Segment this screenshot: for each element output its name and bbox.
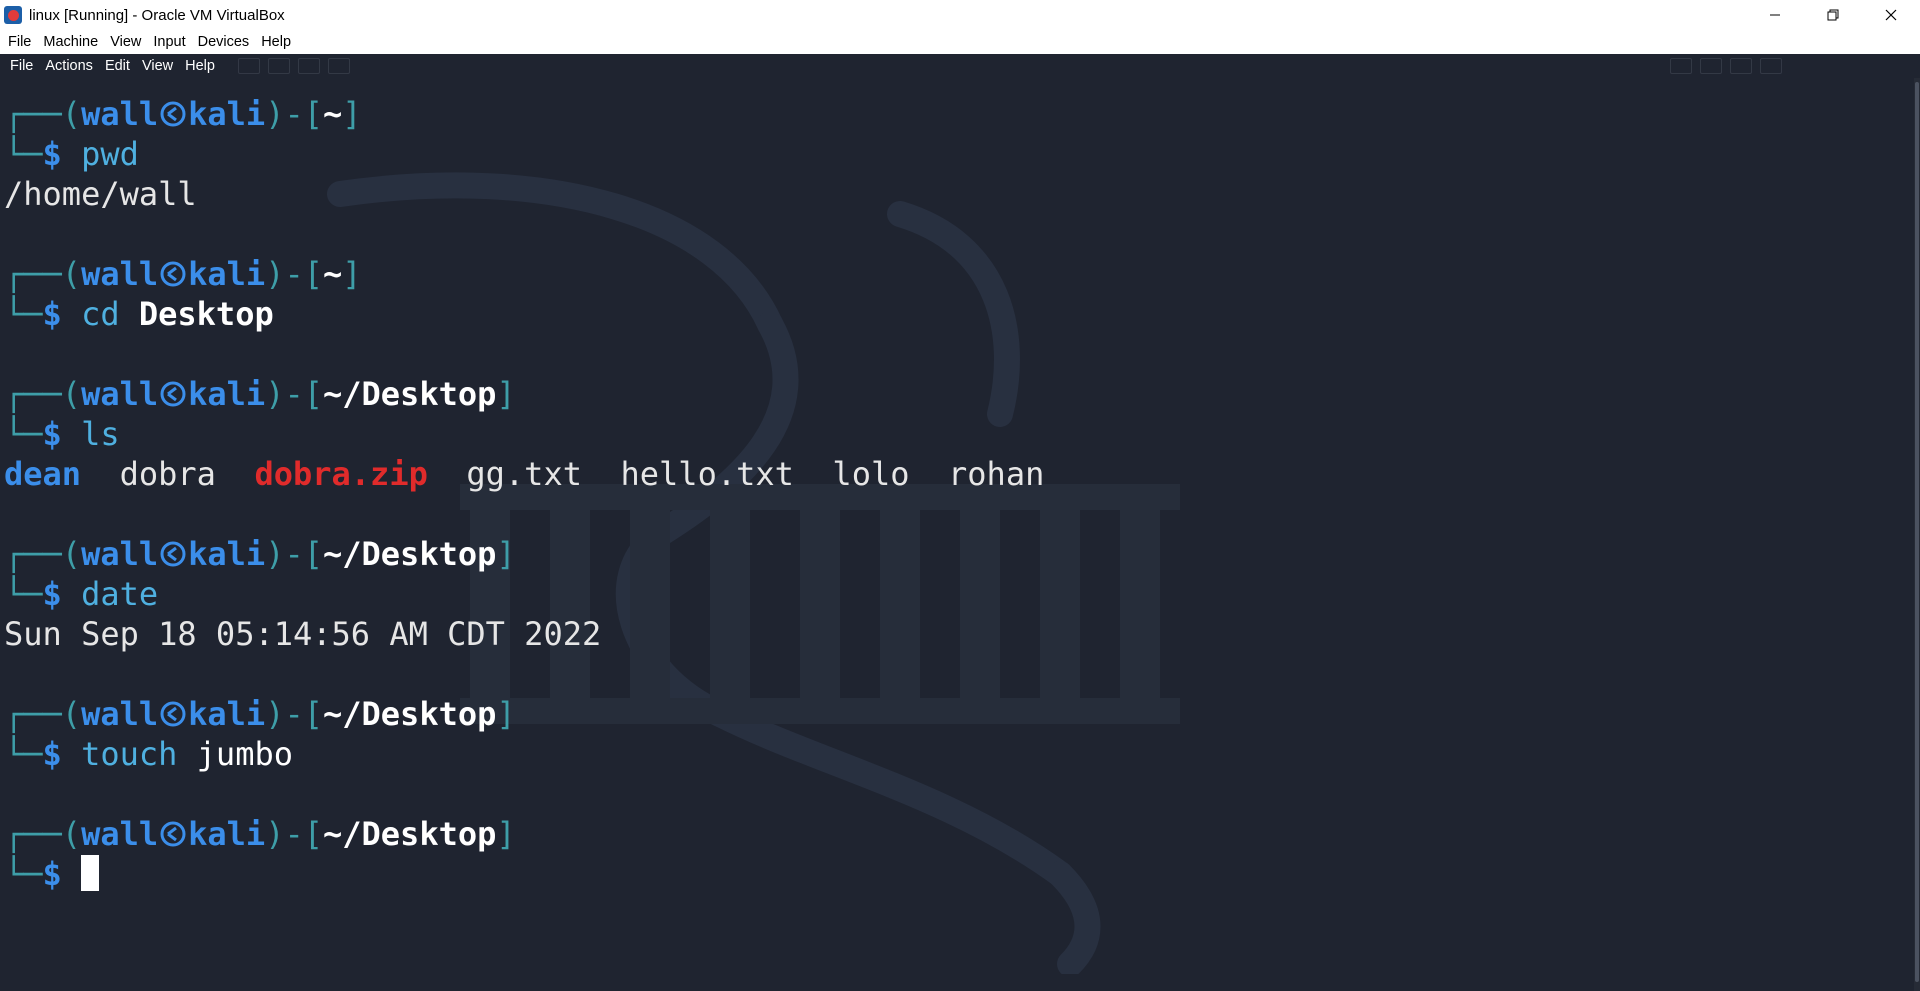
prompt-path: ~/Desktop bbox=[322, 695, 497, 733]
prompt-host: kali bbox=[188, 535, 266, 573]
prompt-user: wall bbox=[81, 95, 159, 133]
tray-hint bbox=[1760, 58, 1782, 74]
ls-entry: hello.txt bbox=[620, 455, 794, 493]
tray-hint bbox=[1670, 58, 1692, 74]
workspace-hint bbox=[268, 58, 290, 74]
command-output: Sun Sep 18 05:14:56 AM CDT 2022 bbox=[4, 615, 602, 653]
kali-logo-icon bbox=[160, 701, 186, 727]
prompt-line: ┌──(wall kali)-[~/Desktop] bbox=[4, 695, 516, 733]
prompt-path: ~/Desktop bbox=[322, 375, 497, 413]
command-line: └─$ date bbox=[4, 575, 159, 613]
prompt-dollar: $ bbox=[42, 855, 62, 893]
terminal-menu-help[interactable]: Help bbox=[179, 58, 221, 74]
prompt-line: ┌──(wall kali)-[~] bbox=[4, 95, 362, 133]
prompt-host: kali bbox=[188, 255, 266, 293]
prompt-path: ~/Desktop bbox=[322, 815, 497, 853]
virtualbox-icon bbox=[3, 5, 23, 25]
prompt-line: ┌──(wall kali)-[~/Desktop] bbox=[4, 375, 516, 413]
prompt-line: ┌──(wall kali)-[~] bbox=[4, 255, 362, 293]
host-menu-help[interactable]: Help bbox=[255, 34, 297, 50]
command-text: touch bbox=[81, 735, 178, 773]
ls-entry: lolo bbox=[832, 455, 910, 493]
command-line: └─$ ls bbox=[4, 415, 120, 453]
workspace-hint bbox=[238, 58, 260, 74]
prompt-dollar: $ bbox=[42, 575, 62, 613]
kali-logo-icon bbox=[160, 261, 186, 287]
workspace-switcher-hint bbox=[238, 58, 350, 74]
window-title: linux [Running] - Oracle VM VirtualBox bbox=[29, 6, 285, 24]
ls-entry-directory: dean bbox=[4, 455, 82, 493]
terminal-menu-edit[interactable]: Edit bbox=[99, 58, 136, 74]
command-line: └─$ touch jumbo bbox=[4, 735, 293, 773]
host-menu-view[interactable]: View bbox=[104, 34, 147, 50]
prompt-dollar: $ bbox=[42, 415, 62, 453]
prompt-user: wall bbox=[81, 375, 159, 413]
command-text: pwd bbox=[81, 135, 139, 173]
prompt-user: wall bbox=[81, 815, 159, 853]
host-menu-input[interactable]: Input bbox=[147, 34, 191, 50]
window-title-bar: linux [Running] - Oracle VM VirtualBox bbox=[0, 0, 1920, 30]
command-line-active[interactable]: └─$ bbox=[4, 854, 100, 894]
ls-entry: gg.txt bbox=[466, 455, 582, 493]
prompt-host: kali bbox=[188, 695, 266, 733]
close-icon bbox=[1885, 9, 1897, 21]
prompt-dollar: $ bbox=[42, 135, 62, 173]
ls-entry-archive: dobra.zip bbox=[254, 455, 428, 493]
minimize-icon bbox=[1770, 14, 1780, 16]
ls-entry: rohan bbox=[948, 455, 1045, 493]
command-text: cd bbox=[81, 295, 120, 333]
kali-logo-icon bbox=[160, 541, 186, 567]
kali-logo-icon bbox=[160, 381, 186, 407]
prompt-dollar: $ bbox=[42, 735, 62, 773]
ls-output: dean dobra dobra.zip gg.txt hello.txt lo… bbox=[4, 454, 1044, 494]
terminal-menu-view[interactable]: View bbox=[136, 58, 179, 74]
tray-hint bbox=[1730, 58, 1752, 74]
host-menu-file[interactable]: File bbox=[2, 34, 37, 50]
command-line: └─$ cd Desktop bbox=[4, 295, 274, 333]
terminal-menu-file[interactable]: File bbox=[4, 58, 39, 74]
prompt-host: kali bbox=[188, 815, 266, 853]
prompt-line: ┌──(wall kali)-[~/Desktop] bbox=[4, 815, 516, 853]
terminal-scrollbar[interactable] bbox=[1914, 78, 1920, 991]
prompt-user: wall bbox=[81, 255, 159, 293]
prompt-user: wall bbox=[81, 535, 159, 573]
workspace-hint bbox=[298, 58, 320, 74]
prompt-dollar: $ bbox=[42, 295, 62, 333]
prompt-line: ┌──(wall kali)-[~/Desktop] bbox=[4, 535, 516, 573]
kali-logo-icon bbox=[160, 821, 186, 847]
terminal-menu-actions[interactable]: Actions bbox=[39, 58, 99, 74]
host-menu-machine[interactable]: Machine bbox=[37, 34, 104, 50]
kali-logo-icon bbox=[160, 101, 186, 127]
minimize-button[interactable] bbox=[1746, 0, 1804, 30]
prompt-user: wall bbox=[81, 695, 159, 733]
command-text: ls bbox=[81, 415, 120, 453]
text-cursor bbox=[81, 855, 100, 891]
virtualbox-menubar: File Machine View Input Devices Help bbox=[0, 30, 1920, 54]
scrollbar-thumb[interactable] bbox=[1915, 82, 1919, 982]
prompt-path: ~/Desktop bbox=[322, 535, 497, 573]
workspace-hint bbox=[328, 58, 350, 74]
restore-button[interactable] bbox=[1804, 0, 1862, 30]
guest-display[interactable]: File Actions Edit View Help ┌──(wall kali… bbox=[0, 54, 1920, 991]
tray-icons-hint bbox=[1670, 58, 1782, 74]
command-output: /home/wall bbox=[4, 175, 197, 213]
command-line: └─$ pwd bbox=[4, 135, 139, 173]
prompt-path: ~ bbox=[322, 95, 343, 133]
command-args: Desktop bbox=[138, 295, 274, 333]
prompt-path: ~ bbox=[322, 255, 343, 293]
close-button[interactable] bbox=[1862, 0, 1920, 30]
tray-hint bbox=[1700, 58, 1722, 74]
prompt-host: kali bbox=[188, 95, 266, 133]
prompt-host: kali bbox=[188, 375, 266, 413]
host-menu-devices[interactable]: Devices bbox=[192, 34, 256, 50]
restore-icon bbox=[1827, 9, 1839, 21]
command-text: date bbox=[81, 575, 159, 613]
command-args: jumbo bbox=[196, 735, 293, 773]
ls-entry: dobra bbox=[119, 455, 216, 493]
